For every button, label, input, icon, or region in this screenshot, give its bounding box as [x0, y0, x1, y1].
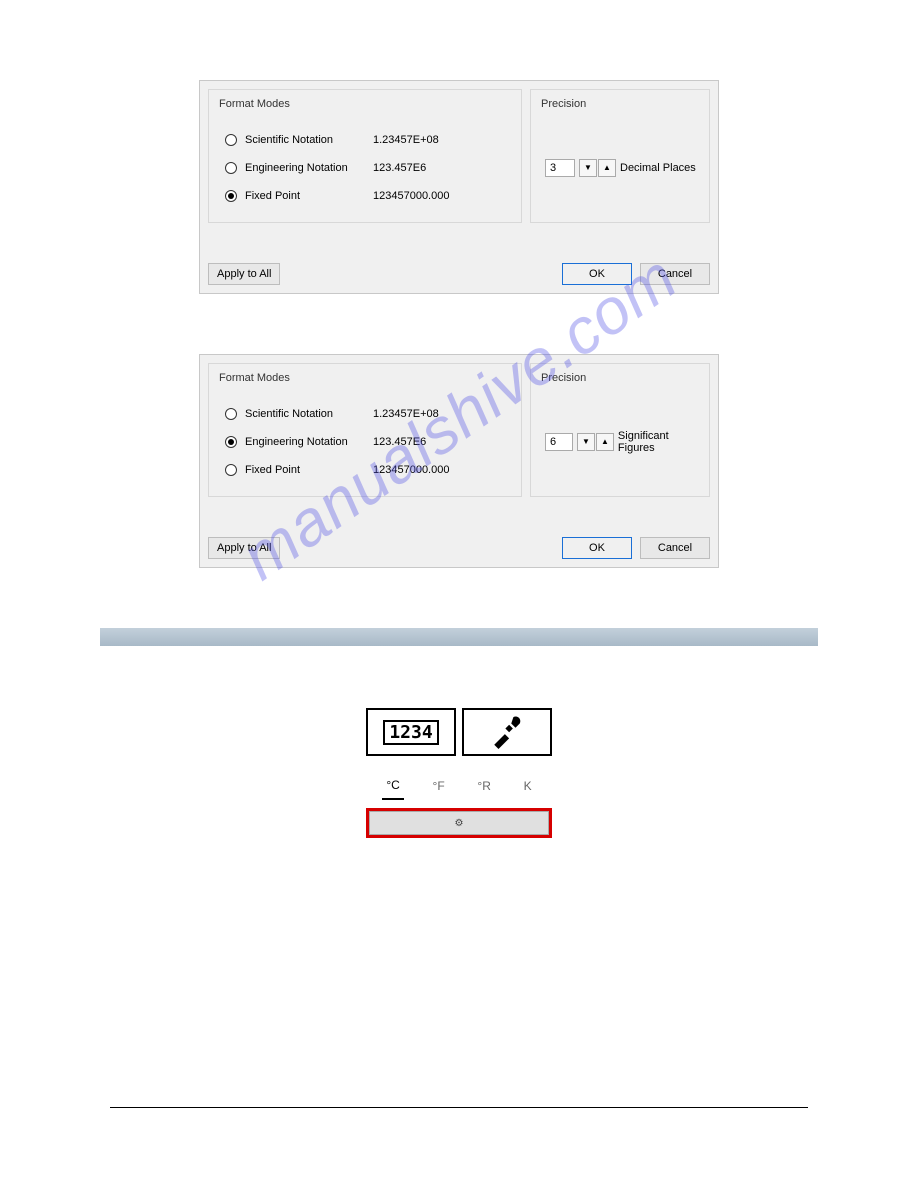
apply-to-all-button[interactable]: Apply to All [208, 537, 280, 559]
format-mode-label: Engineering Notation [245, 162, 365, 174]
format-mode-row: Scientific Notation 1.23457E+08 [219, 400, 511, 428]
radio-scientific[interactable] [225, 408, 237, 420]
format-mode-example: 123457000.000 [373, 464, 449, 476]
format-mode-label: Scientific Notation [245, 408, 365, 420]
precision-decrement-button[interactable] [579, 159, 597, 177]
format-mode-label: Fixed Point [245, 190, 365, 202]
format-mode-example: 1.23457E+08 [373, 408, 439, 420]
number-badge-icon: 1234 [383, 720, 438, 745]
apply-to-all-button[interactable]: Apply to All [208, 263, 280, 285]
format-mode-label: Scientific Notation [245, 134, 365, 146]
precision-increment-button[interactable] [596, 433, 614, 451]
precision-decrement-button[interactable] [577, 433, 595, 451]
gear-icon: ⚙ [455, 818, 464, 829]
precision-value-input[interactable]: 6 [545, 433, 573, 451]
unit-tabs: °C °F °R K [364, 758, 554, 806]
precision-title: Precision [541, 98, 699, 110]
ok-button[interactable]: OK [562, 537, 632, 559]
format-mode-row: Fixed Point 123457000.000 [219, 456, 511, 484]
format-modes-panel: Format Modes Scientific Notation 1.23457… [208, 363, 522, 497]
unit-kelvin[interactable]: K [520, 775, 536, 799]
format-modes-title: Format Modes [219, 98, 511, 110]
format-mode-example: 123.457E6 [373, 162, 426, 174]
radio-fixed-point[interactable] [225, 190, 237, 202]
format-mode-label: Fixed Point [245, 464, 365, 476]
format-modes-panel: Format Modes Scientific Notation 1.23457… [208, 89, 522, 223]
precision-panel: Precision 6 Significant Figures [530, 363, 710, 497]
format-dialog-2: Format Modes Scientific Notation 1.23457… [199, 354, 719, 568]
screwdriver-wrench-icon [490, 715, 524, 749]
format-mode-row: Scientific Notation 1.23457E+08 [219, 126, 511, 154]
radio-engineering[interactable] [225, 436, 237, 448]
format-mode-row: Engineering Notation 123.457E6 [219, 428, 511, 456]
precision-increment-button[interactable] [598, 159, 616, 177]
ok-button[interactable]: OK [562, 263, 632, 285]
precision-value-input[interactable]: 3 [545, 159, 575, 177]
format-mode-example: 1.23457E+08 [373, 134, 439, 146]
unit-tool-widget: 1234 °C °F °R K ⚙ [364, 706, 554, 838]
format-mode-row: Engineering Notation 123.457E6 [219, 154, 511, 182]
format-mode-row: Fixed Point 123457000.000 [219, 182, 511, 210]
unit-celsius[interactable]: °C [382, 774, 403, 800]
format-dialog-1: Format Modes Scientific Notation 1.23457… [199, 80, 719, 294]
radio-scientific[interactable] [225, 134, 237, 146]
settings-bar-highlight: ⚙ [366, 808, 552, 838]
cancel-button[interactable]: Cancel [640, 537, 710, 559]
radio-engineering[interactable] [225, 162, 237, 174]
precision-label: Decimal Places [620, 162, 696, 174]
format-modes-title: Format Modes [219, 372, 511, 384]
settings-button[interactable]: ⚙ [369, 811, 549, 835]
unit-rankine[interactable]: °R [473, 775, 494, 799]
unit-fahrenheit[interactable]: °F [429, 775, 449, 799]
footer-rule [110, 1107, 808, 1108]
section-divider-bar [100, 628, 818, 646]
cancel-button[interactable]: Cancel [640, 263, 710, 285]
radio-fixed-point[interactable] [225, 464, 237, 476]
tools-button[interactable] [462, 708, 552, 756]
format-mode-example: 123457000.000 [373, 190, 449, 202]
precision-title: Precision [541, 372, 699, 384]
precision-label: Significant Figures [618, 430, 699, 454]
format-mode-label: Engineering Notation [245, 436, 365, 448]
format-mode-example: 123.457E6 [373, 436, 426, 448]
numeric-format-button[interactable]: 1234 [366, 708, 456, 756]
precision-panel: Precision 3 Decimal Places [530, 89, 710, 223]
